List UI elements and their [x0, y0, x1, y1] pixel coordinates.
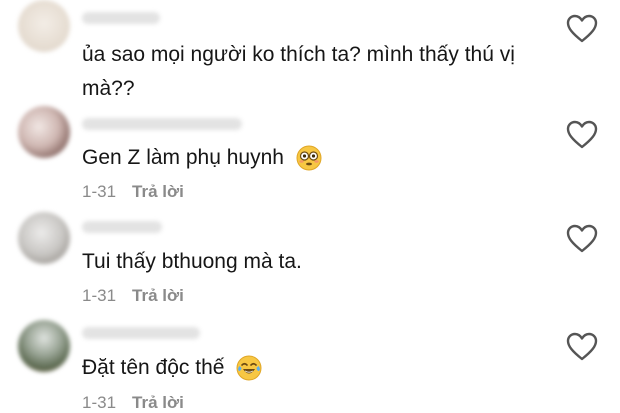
comment-date: 1-31: [82, 286, 117, 305]
reply-button[interactable]: Trả lời: [132, 393, 184, 413]
comment-text: ủa sao mọi người ko thích ta? mình thấy …: [82, 43, 515, 100]
like-heart-icon[interactable]: [566, 332, 598, 362]
flushed-face-emoji-icon: [296, 145, 322, 171]
comment-text: Tui thấy bthuong mà ta.: [82, 250, 302, 273]
reply-button[interactable]: Trả lời: [132, 182, 184, 202]
username[interactable]: [82, 221, 162, 233]
avatar[interactable]: [18, 0, 70, 52]
comment-text: Gen Z làm phụ huynh: [82, 141, 542, 175]
username[interactable]: [82, 118, 242, 130]
avatar[interactable]: [18, 106, 70, 158]
like-heart-icon[interactable]: [566, 120, 598, 150]
username[interactable]: [82, 327, 200, 339]
comment-text-value: Gen Z làm phụ huynh: [82, 146, 284, 169]
comment-meta: 1-31 Trả lời: [82, 286, 184, 306]
reply-button[interactable]: Trả lời: [132, 286, 184, 306]
tears-of-joy-emoji-icon: [236, 355, 262, 381]
avatar[interactable]: [18, 212, 70, 264]
comment-text-value: Đặt tên độc thế: [82, 356, 225, 379]
comment-text: Đặt tên độc thế: [82, 351, 542, 385]
username[interactable]: [82, 12, 160, 24]
like-heart-icon[interactable]: [566, 224, 598, 254]
comment-meta: 1-31 Trả lời: [82, 182, 184, 202]
comment-date: 1-31: [82, 182, 117, 201]
comment-meta: 1-31 Trả lời: [82, 393, 184, 413]
like-heart-icon[interactable]: [566, 14, 598, 44]
avatar[interactable]: [18, 320, 70, 372]
comment-date: 1-31: [82, 393, 117, 412]
